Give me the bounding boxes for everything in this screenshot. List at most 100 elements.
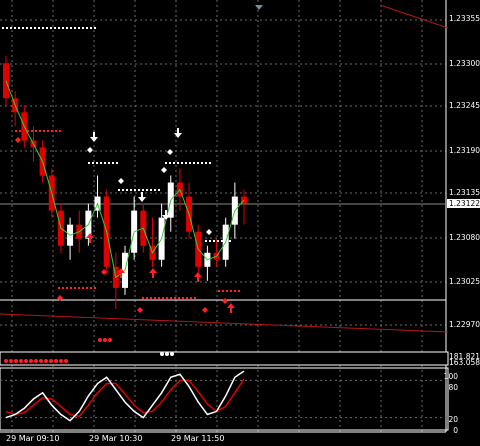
support-dot [146,297,148,299]
indicator-dot [14,359,18,363]
resistance-dot [26,27,28,29]
resistance-dot [92,162,94,164]
support-dot [58,287,60,289]
support-dot [182,297,184,299]
stochastic-main-line [5,370,245,422]
resistance-dot [62,27,64,29]
support-dot [19,130,21,132]
resistance-dot [118,189,120,191]
resistance-dot [50,27,52,29]
indicator-dot [39,359,43,363]
resistance-dot [34,27,36,29]
candle-body [3,63,9,99]
support-dot [51,130,53,132]
support-dot [59,130,61,132]
indicator-dot [29,359,33,363]
indicator-dot [165,352,169,356]
support-dot [55,130,57,132]
resistance-dot [82,27,84,29]
diamond-icon [118,178,124,184]
indicator-dot [160,352,164,356]
support-dot [218,290,220,292]
subwindow-value: 163.0588 [449,358,480,367]
resistance-dot [146,189,148,191]
resistance-dot [18,27,20,29]
indicator-dot [4,359,8,363]
support-dot [86,287,88,289]
resistance-dot [197,162,199,164]
support-dot [230,290,232,292]
resistance-dot [78,27,80,29]
up-arrow-icon [149,268,157,278]
resistance-dot [134,189,136,191]
resistance-dot [42,27,44,29]
support-dot [170,297,172,299]
support-dot [62,287,64,289]
oscillator-level: 100 [443,372,458,381]
indicator-dot [19,359,23,363]
support-dot [31,130,33,132]
indicator-dot [103,338,107,342]
resistance-dot [54,27,56,29]
subwindow-border [0,351,449,366]
support-dot [78,287,80,289]
diamond-icon [161,167,167,173]
resistance-dot [88,162,90,164]
resistance-dot [96,162,98,164]
resistance-dot [177,162,179,164]
resistance-dot [189,162,191,164]
resistance-dot [86,27,88,29]
support-dot [158,297,160,299]
down-arrow-icon [138,192,146,202]
resistance-dot [70,27,72,29]
resistance-dot [205,240,207,242]
resistance-dot [150,189,152,191]
support-dot [166,297,168,299]
support-dot [74,287,76,289]
diamond-icon [101,269,107,275]
indicator-dot [170,352,174,356]
stochastic-signal-line [5,378,245,418]
support-dot [186,297,188,299]
trendline [379,4,449,29]
resistance-dot [90,27,92,29]
resistance-dot [201,162,203,164]
indicator-dot [44,359,48,363]
resistance-dot [173,162,175,164]
diamond-icon [167,149,173,155]
down-arrow-icon [90,132,98,142]
price-chart[interactable] [0,0,480,446]
indicator-dot [49,359,53,363]
resistance-dot [158,189,160,191]
support-dot [154,297,156,299]
price-label: 1.23135 [449,188,480,197]
resistance-dot [14,27,16,29]
indicator-subwindow [0,338,449,366]
support-dot [194,297,196,299]
support-dot [142,297,144,299]
support-dot [70,287,72,289]
indicator-dot [108,338,112,342]
time-label: 29 Mar 09:10 [6,434,60,443]
trendlines [0,4,449,333]
resistance-dot [142,189,144,191]
support-resistance-dots [2,27,240,299]
resistance-dot [209,162,211,164]
diamond-icon [206,229,212,235]
resistance-dot [38,27,40,29]
resistance-dot [181,162,183,164]
resistance-dot [138,189,140,191]
oscillator-level: 80 [448,383,458,392]
current-price-label: 1.23122 [447,199,480,208]
price-label: 1.23300 [449,59,480,68]
indicator-dot [64,359,68,363]
support-dot [39,130,41,132]
resistance-dot [126,189,128,191]
indicator-dot [98,338,102,342]
resistance-dot [74,27,76,29]
support-dot [94,287,96,289]
resistance-dot [30,27,32,29]
oscillator-level: 20 [448,415,458,424]
price-label: 1.23355 [449,14,480,23]
resistance-dot [165,162,167,164]
